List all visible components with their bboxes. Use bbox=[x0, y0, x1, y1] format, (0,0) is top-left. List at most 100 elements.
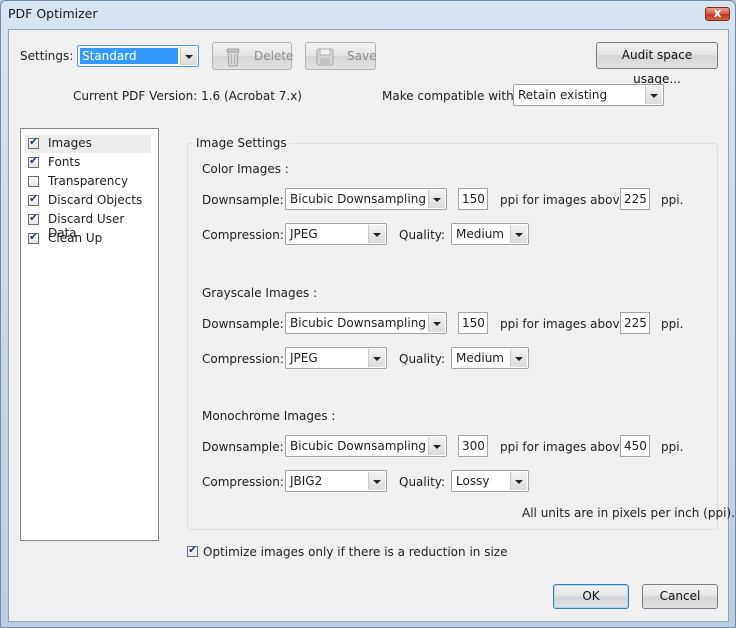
color-images-title: Color Images : bbox=[202, 162, 289, 176]
monochrome-compression-dropdown[interactable]: JBIG2 bbox=[285, 470, 387, 492]
quality-label: Quality: bbox=[399, 475, 446, 489]
make-compatible-label: Make compatible with: bbox=[382, 89, 518, 103]
downsample-label: Downsample: bbox=[202, 317, 284, 331]
optimize-only-label: Optimize images only if there is a reduc… bbox=[203, 545, 508, 559]
image-settings-title: Image Settings bbox=[193, 136, 290, 150]
color-ppi-input[interactable]: 150 bbox=[458, 188, 488, 210]
checkmark-icon: ✔ bbox=[29, 192, 39, 205]
audit-space-usage-button[interactable]: Audit space usage... bbox=[596, 42, 718, 86]
grayscale-images-title: Grayscale Images : bbox=[202, 286, 318, 300]
make-compatible-dropdown[interactable]: Retain existing bbox=[513, 84, 664, 106]
quality-label: Quality: bbox=[399, 352, 446, 366]
grayscale-quality-value: Medium bbox=[456, 351, 504, 365]
checkmark-icon: ✔ bbox=[29, 135, 39, 148]
grayscale-quality-dropdown[interactable]: Medium bbox=[451, 347, 529, 369]
monochrome-quality-dropdown[interactable]: Lossy bbox=[451, 470, 529, 492]
downsample-label: Downsample: bbox=[202, 193, 284, 207]
panel-item-label: Clean Up bbox=[48, 231, 103, 245]
close-icon: x bbox=[713, 6, 722, 20]
checkmark-icon: ✔ bbox=[29, 154, 39, 167]
panel-item-images[interactable]: ✔ Images bbox=[25, 135, 151, 153]
chevron-down-icon bbox=[368, 472, 385, 490]
discard-objects-checkbox[interactable]: ✔ bbox=[28, 192, 39, 206]
panel-item-label: Transparency bbox=[48, 174, 129, 188]
color-above-ppi-input[interactable]: 225 bbox=[620, 188, 650, 210]
ppi-above-label: ppi for images above bbox=[500, 193, 627, 207]
ppi-above-label: ppi for images above bbox=[500, 317, 627, 331]
pdf-version-text: Current PDF Version: 1.6 (Acrobat 7.x) bbox=[73, 89, 302, 103]
monochrome-quality-value: Lossy bbox=[456, 474, 490, 488]
ppi-unit-label: ppi. bbox=[661, 193, 684, 207]
dialog-body: Settings: Standard Delete Save Audit spa… bbox=[8, 29, 735, 622]
color-downsample-value: Bicubic Downsampling to bbox=[290, 192, 442, 206]
settings-value: Standard bbox=[80, 48, 178, 64]
ok-button[interactable]: OK bbox=[553, 584, 629, 609]
monochrome-compression-value: JBIG2 bbox=[290, 474, 323, 488]
save-button[interactable]: Save bbox=[305, 42, 376, 70]
images-checkbox[interactable]: ✔ bbox=[28, 135, 39, 149]
chevron-down-icon bbox=[510, 472, 527, 490]
chevron-down-icon bbox=[368, 225, 385, 243]
quality-label: Quality: bbox=[399, 228, 446, 242]
chevron-down-icon bbox=[368, 349, 385, 367]
checkmark-icon: ✔ bbox=[188, 543, 198, 556]
trash-icon bbox=[226, 48, 240, 67]
panel-item-fonts[interactable]: ✔ Fonts bbox=[25, 154, 151, 172]
grayscale-compression-dropdown[interactable]: JPEG bbox=[285, 347, 387, 369]
settings-label: Settings: bbox=[20, 49, 74, 63]
cancel-button[interactable]: Cancel bbox=[642, 584, 718, 609]
grayscale-ppi-input[interactable]: 150 bbox=[458, 312, 488, 334]
color-quality-value: Medium bbox=[456, 227, 504, 241]
downsample-label: Downsample: bbox=[202, 440, 284, 454]
monochrome-above-ppi-input[interactable]: 450 bbox=[620, 435, 650, 457]
chevron-down-icon bbox=[180, 47, 197, 65]
compression-label: Compression: bbox=[202, 475, 284, 489]
ppi-unit-label: ppi. bbox=[661, 440, 684, 454]
color-downsample-dropdown[interactable]: Bicubic Downsampling to bbox=[285, 188, 447, 210]
panel-item-label: Discard Objects bbox=[48, 193, 143, 207]
chevron-down-icon bbox=[428, 190, 445, 208]
checkmark-icon: ✔ bbox=[29, 211, 39, 224]
discard-user-data-checkbox[interactable]: ✔ bbox=[28, 211, 39, 225]
grayscale-compression-value: JPEG bbox=[290, 351, 318, 365]
panel-item-transparency[interactable]: Transparency bbox=[25, 173, 151, 191]
chevron-down-icon bbox=[510, 225, 527, 243]
make-compatible-value: Retain existing bbox=[518, 88, 608, 102]
panel-item-discard-user-data[interactable]: ✔ Discard User Data bbox=[25, 211, 151, 240]
floppy-disk-icon bbox=[316, 48, 334, 66]
color-compression-dropdown[interactable]: JPEG bbox=[285, 223, 387, 245]
panel-item-label: Images bbox=[48, 136, 92, 150]
chevron-down-icon bbox=[428, 437, 445, 455]
grayscale-downsample-value: Bicubic Downsampling to bbox=[290, 316, 442, 330]
chevron-down-icon bbox=[645, 86, 662, 104]
compression-label: Compression: bbox=[202, 228, 284, 242]
clean-up-checkbox[interactable]: ✔ bbox=[28, 230, 39, 244]
close-button[interactable]: x bbox=[705, 7, 730, 21]
panel-item-label: Fonts bbox=[48, 155, 81, 169]
window-title: PDF Optimizer bbox=[8, 6, 98, 21]
color-compression-value: JPEG bbox=[290, 227, 318, 241]
panel-item-discard-objects[interactable]: ✔ Discard Objects bbox=[25, 192, 151, 210]
fonts-checkbox[interactable]: ✔ bbox=[28, 154, 39, 168]
title-bar: PDF Optimizer x bbox=[1, 1, 735, 28]
optimizer-panel-list: ✔ Images ✔ Fonts Transparency ✔ Discard … bbox=[20, 128, 159, 541]
delete-label: Delete bbox=[254, 49, 294, 63]
chevron-down-icon bbox=[428, 314, 445, 332]
pdf-optimizer-window: PDF Optimizer x Settings: Standard Delet… bbox=[0, 0, 736, 628]
monochrome-downsample-dropdown[interactable]: Bicubic Downsampling to bbox=[285, 435, 447, 457]
optimize-only-checkbox[interactable]: ✔ bbox=[187, 543, 198, 557]
save-label: Save bbox=[347, 49, 377, 63]
delete-button[interactable]: Delete bbox=[212, 42, 294, 70]
color-quality-dropdown[interactable]: Medium bbox=[451, 223, 529, 245]
chevron-down-icon bbox=[510, 349, 527, 367]
monochrome-images-title: Monochrome Images : bbox=[202, 409, 336, 423]
settings-dropdown[interactable]: Standard bbox=[77, 45, 199, 67]
checkmark-icon: ✔ bbox=[29, 230, 39, 243]
grayscale-downsample-dropdown[interactable]: Bicubic Downsampling to bbox=[285, 312, 447, 334]
panel-item-clean-up[interactable]: ✔ Clean Up bbox=[25, 230, 151, 248]
grayscale-above-ppi-input[interactable]: 225 bbox=[620, 312, 650, 334]
transparency-checkbox[interactable] bbox=[28, 176, 39, 187]
units-note: All units are in pixels per inch (ppi). bbox=[522, 506, 735, 520]
compression-label: Compression: bbox=[202, 352, 284, 366]
monochrome-ppi-input[interactable]: 300 bbox=[458, 435, 488, 457]
